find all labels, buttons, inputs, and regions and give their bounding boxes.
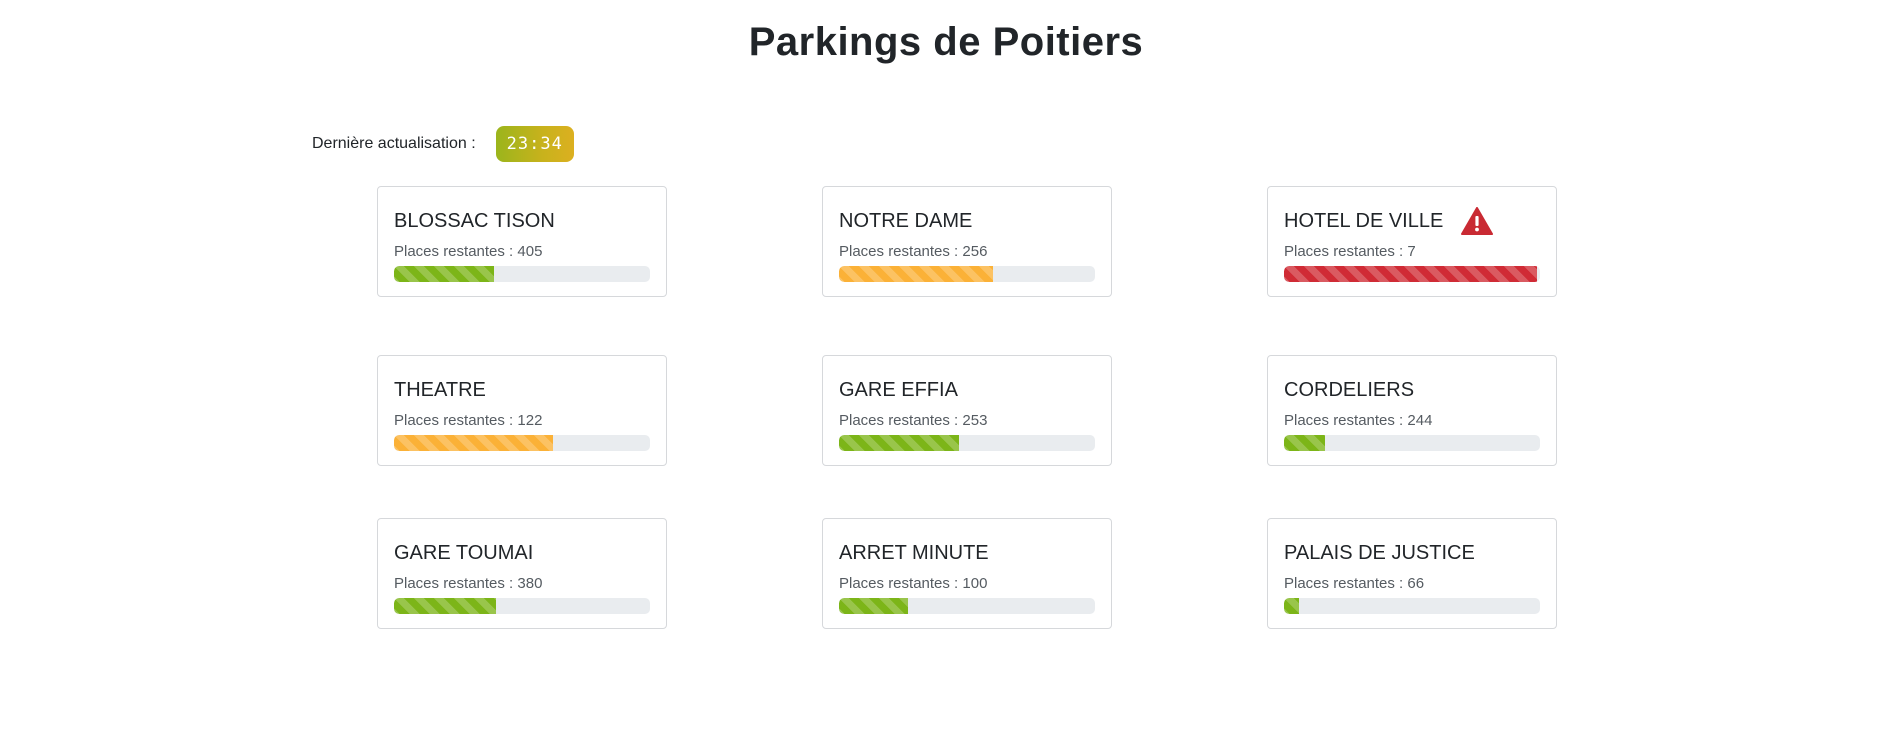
last-update-time-badge: 23:34 [495, 126, 574, 162]
parking-name: PALAIS DE JUSTICE [1284, 541, 1475, 564]
occupancy-progress-track [839, 435, 1095, 451]
page: Parkings de Poitiers Dernière actualisat… [0, 0, 1892, 741]
occupancy-progress-track [1284, 435, 1540, 451]
occupancy-progress-track [1284, 598, 1540, 614]
occupancy-progress-bar [394, 598, 497, 614]
occupancy-progress-track [839, 266, 1095, 282]
parking-card: THEATRE Places restantes : 122 [377, 355, 667, 466]
occupancy-progress-bar [1284, 435, 1325, 451]
places-remaining: Places restantes : 100 [839, 575, 988, 592]
parking-card: CORDELIERS Places restantes : 244 [1267, 355, 1557, 466]
parking-name: ARRET MINUTE [839, 541, 989, 564]
occupancy-progress-bar [839, 598, 909, 614]
parking-name: BLOSSAC TISON [394, 209, 555, 232]
occupancy-progress-track [394, 598, 650, 614]
parking-card-header: NOTRE DAME [839, 205, 1095, 237]
occupancy-progress-bar [394, 435, 553, 451]
parking-name: CORDELIERS [1284, 378, 1415, 401]
parking-card-header: THEATRE [394, 374, 650, 406]
last-update-label: Dernière actualisation : [312, 135, 476, 152]
places-remaining: Places restantes : 405 [394, 243, 543, 260]
parking-card-header: GARE TOUMAI [394, 537, 650, 569]
occupancy-progress-bar [839, 266, 993, 282]
parking-card-header: CORDELIERS [1284, 374, 1540, 406]
places-remaining: Places restantes : 253 [839, 412, 988, 429]
places-remaining: Places restantes : 380 [394, 575, 543, 592]
parking-card-header: BLOSSAC TISON [394, 205, 650, 237]
occupancy-progress-bar [839, 435, 960, 451]
parking-card: GARE TOUMAI Places restantes : 380 [377, 518, 667, 629]
parking-name: GARE EFFIA [839, 378, 958, 401]
occupancy-progress-track [394, 435, 650, 451]
occupancy-progress-track [839, 598, 1095, 614]
parking-name: HOTEL DE VILLE [1284, 209, 1444, 232]
occupancy-progress-bar [1284, 598, 1300, 614]
occupancy-progress-track [394, 266, 650, 282]
places-remaining: Places restantes : 256 [839, 243, 988, 260]
parking-card: GARE EFFIA Places restantes : 253 [822, 355, 1112, 466]
parking-card-header: PALAIS DE JUSTICE [1284, 537, 1540, 569]
parking-card-header: ARRET MINUTE [839, 537, 1095, 569]
parking-card-header: HOTEL DE VILLE [1284, 205, 1540, 237]
occupancy-progress-bar [394, 266, 494, 282]
parking-card-header: GARE EFFIA [839, 374, 1095, 406]
parking-name: NOTRE DAME [839, 209, 973, 232]
parking-name: THEATRE [394, 378, 486, 401]
places-remaining: Places restantes : 122 [394, 412, 543, 429]
places-remaining: Places restantes : 7 [1284, 243, 1416, 260]
places-remaining: Places restantes : 66 [1284, 575, 1425, 592]
parking-card: BLOSSAC TISON Places restantes : 405 [377, 186, 667, 297]
last-update-row: Dernière actualisation : 23:34 [312, 124, 574, 164]
parking-card: NOTRE DAME Places restantes : 256 [822, 186, 1112, 297]
places-remaining: Places restantes : 244 [1284, 412, 1433, 429]
parking-name: GARE TOUMAI [394, 541, 534, 564]
warning-triangle-icon [1461, 207, 1494, 235]
occupancy-progress-track [1284, 266, 1540, 282]
parking-card: ARRET MINUTE Places restantes : 100 [822, 518, 1112, 629]
parking-card: HOTEL DE VILLE Places restantes : 7 [1267, 186, 1557, 297]
occupancy-progress-bar [1284, 266, 1538, 282]
parking-card: PALAIS DE JUSTICE Places restantes : 66 [1267, 518, 1557, 629]
page-title: Parkings de Poitiers [748, 20, 1144, 64]
